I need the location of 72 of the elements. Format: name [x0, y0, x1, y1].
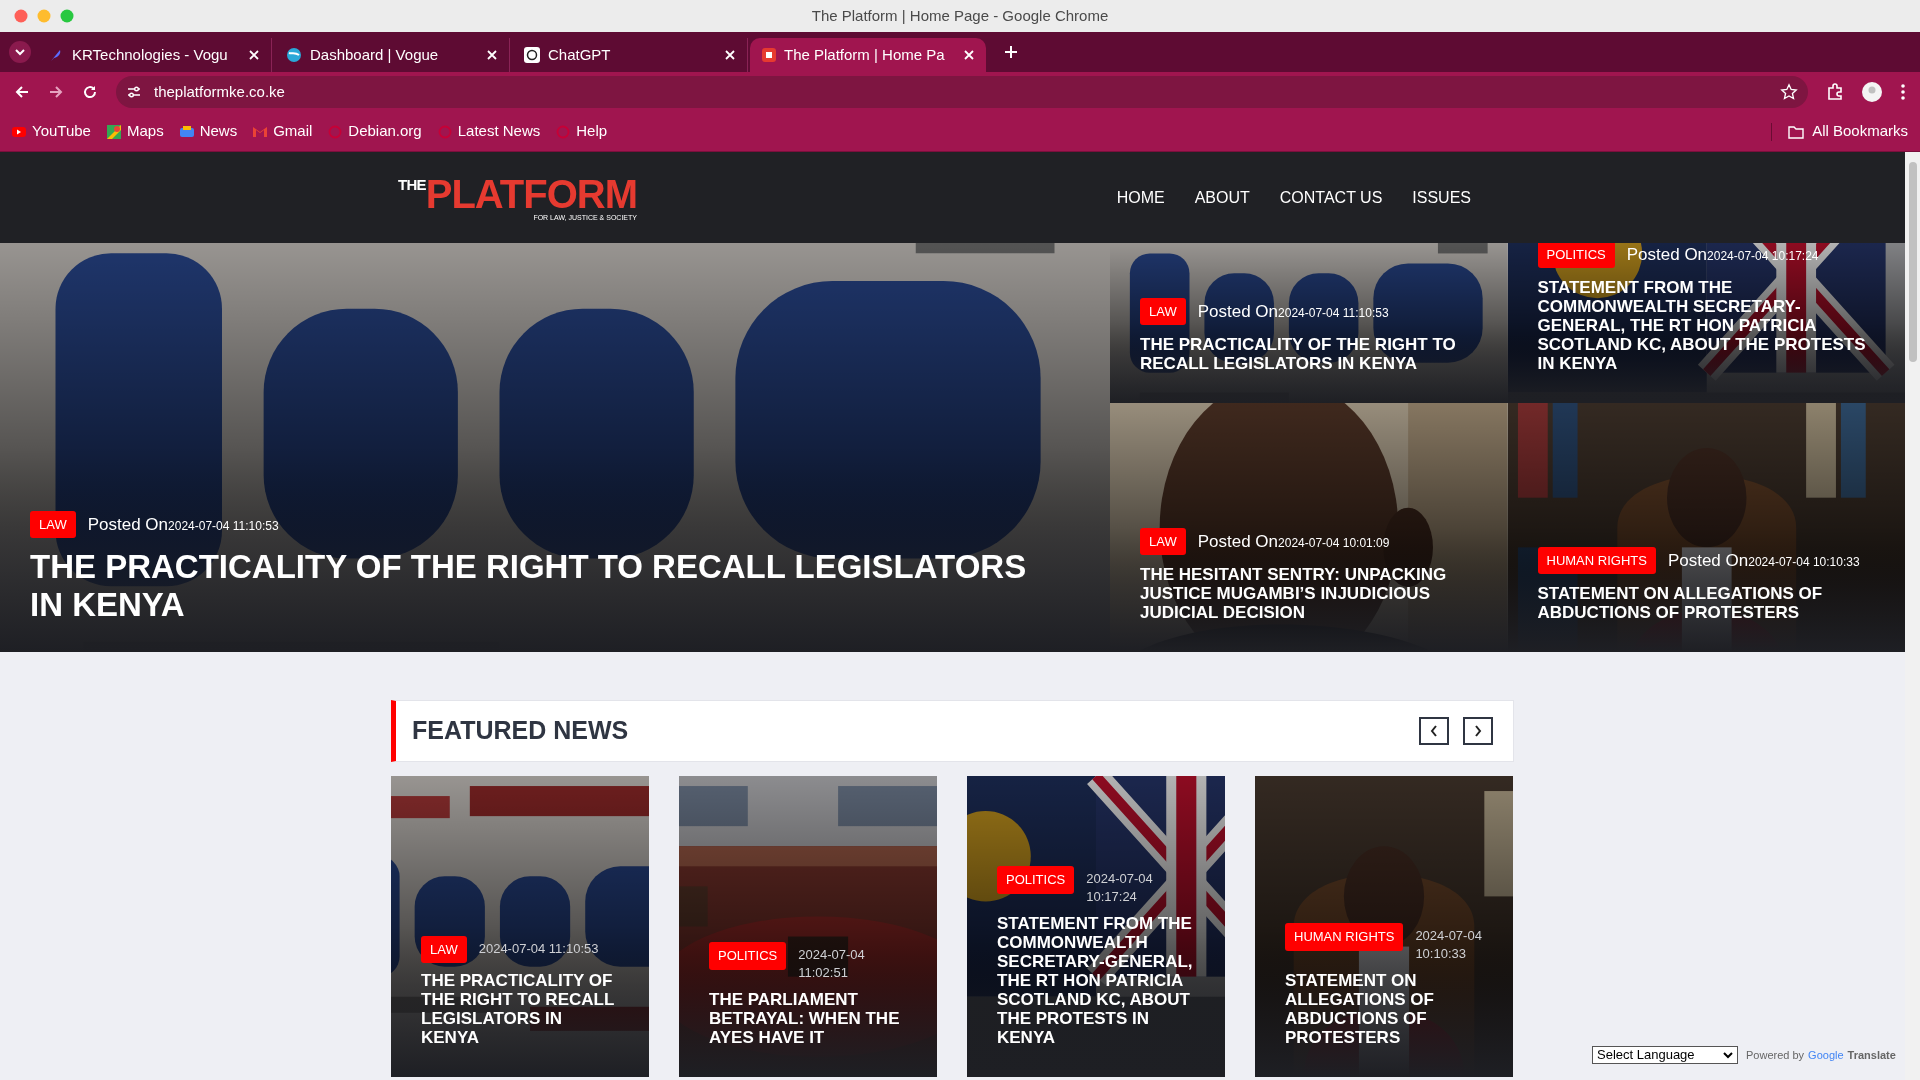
folder-icon: [1788, 124, 1805, 139]
posted-date: Posted On2024-07-04 10:01:09: [1197, 530, 1390, 553]
nav-link[interactable]: CONTACT US: [1279, 185, 1383, 210]
news-card[interactable]: POLITICS 2024-07-04 10:17:24 STATEMENT FROM THE COMMONWEALTH SECRETARY-GENERAL, THE RT HON PATRICIA SCOTLAND KC, ABOUT THE PROTESTS IN KENYA: [967, 776, 1225, 1077]
bookmark-star-icon[interactable]: [1780, 83, 1798, 101]
category-badge[interactable]: HUMAN RIGHTS: [1285, 923, 1404, 951]
bookmark-link[interactable]: YouTube: [12, 120, 91, 143]
nav-link[interactable]: ABOUT: [1194, 185, 1250, 210]
card-title[interactable]: THE PARLIAMENT BETRAYAL: WHEN THE AYES HAVE IT: [709, 990, 907, 1047]
google-text: Google: [1808, 1047, 1844, 1063]
dropdown-caret-icon: [1723, 1051, 1733, 1059]
card-title[interactable]: STATEMENT FROM THE COMMONWEALTH SECRETARY-GENERAL, THE RT HON PATRICIA SCOTLAND KC, ABOUT THE PROTESTS IN KENYA: [997, 914, 1195, 1047]
card-title[interactable]: STATEMENT ON ALLEGATIONS OF ABDUCTIONS OF PROTESTERS: [1285, 971, 1483, 1047]
category-badge[interactable]: LAW: [1140, 527, 1186, 555]
site-settings-icon[interactable]: [126, 84, 142, 100]
card-date: 2024-07-04 10:17:24: [1086, 870, 1154, 906]
hero-side-article[interactable]: HUMAN RIGHTS Posted On2024-07-04 10:10:33 STATEMENT ON ALLEGATIONS OF ABDUCTIONS OF PROTESTERS: [1507, 403, 1905, 652]
posted-date: Posted On2024-07-04 10:10:33: [1667, 549, 1860, 572]
back-icon[interactable]: [14, 84, 30, 100]
card-date: 2024-07-04 10:10:33: [1415, 927, 1483, 963]
category-badge[interactable]: POLITICS: [997, 866, 1075, 894]
extensions-icon[interactable]: [1826, 83, 1844, 101]
forward-icon[interactable]: [48, 84, 64, 100]
chevron-left-icon: [1430, 725, 1438, 737]
language-select[interactable]: Select Language: [1592, 1046, 1738, 1064]
play-icon: [12, 126, 26, 137]
news-card[interactable]: LAW 2024-07-04 11:10:53 THE PRACTICALITY OF THE RIGHT TO RECALL LEGISLATORS IN KENYA: [391, 776, 649, 1077]
translate-text: Translate: [1847, 1047, 1896, 1063]
next-button[interactable]: [1463, 717, 1493, 745]
close-tab-icon[interactable]: [964, 50, 974, 60]
category-badge[interactable]: LAW: [421, 935, 467, 963]
chevron-right-icon: [1474, 725, 1482, 737]
bookmark-link[interactable]: Maps: [106, 120, 164, 143]
globe-icon: [286, 47, 302, 63]
bookmark-link[interactable]: Help: [556, 120, 608, 143]
previous-button[interactable]: [1419, 717, 1449, 745]
mail-icon: [253, 126, 268, 137]
card-title[interactable]: THE PRACTICALITY OF THE RIGHT TO RECALL LEGISLATORS IN KENYA: [421, 971, 619, 1047]
close-tab-icon[interactable]: [249, 50, 259, 60]
nav-link[interactable]: HOME: [1116, 185, 1165, 210]
address-bar[interactable]: theplatformke.co.ke: [116, 76, 1808, 108]
article-title[interactable]: STATEMENT ON ALLEGATIONS OF ABDUCTIONS OF PROTESTERS: [1537, 584, 1875, 622]
close-window-icon[interactable]: [14, 9, 28, 23]
bookmark-link[interactable]: Debian.org: [328, 120, 422, 143]
bookmark-link[interactable]: Gmail: [253, 120, 313, 143]
tab-search-icon[interactable]: [8, 40, 32, 64]
reload-icon[interactable]: [82, 84, 98, 100]
new-tab-icon[interactable]: [1004, 45, 1018, 59]
category-badge[interactable]: POLITICS: [709, 942, 787, 970]
news-card[interactable]: HUMAN RIGHTS 2024-07-04 10:10:33 STATEMENT ON ALLEGATIONS OF ABDUCTIONS OF PROTESTERS: [1255, 776, 1513, 1077]
bookmark-link[interactable]: Latest News: [437, 120, 541, 143]
all-bookmarks-button[interactable]: All Bookmarks: [1788, 120, 1908, 143]
site-favicon-icon: [762, 48, 776, 62]
article-title[interactable]: THE HESITANT SENTRY: UNPACKING JUSTICE MUGAMBI’S INJUDICIOUS JUDICIAL DECISION: [1140, 565, 1478, 622]
map-pin-icon: [106, 124, 121, 139]
profile-avatar-icon[interactable]: [1862, 82, 1882, 102]
window-title: The Platform | Home Page - Google Chrome: [811, 5, 1109, 26]
section-title: FEATURED NEWS: [412, 715, 630, 747]
category-badge[interactable]: HUMAN RIGHTS: [1537, 546, 1656, 574]
card-date: 2024-07-04 11:02:51: [798, 946, 866, 982]
close-tab-icon[interactable]: [487, 50, 497, 60]
bookmark-link[interactable]: News: [179, 120, 238, 143]
powered-by-text: Powered by: [1746, 1047, 1805, 1063]
scrollbar-thumb[interactable]: [1908, 162, 1917, 362]
card-date: 2024-07-04 11:10:53: [478, 939, 599, 958]
menu-icon[interactable]: [1900, 83, 1906, 101]
news-card[interactable]: POLITICS 2024-07-04 11:02:51 THE PARLIAMENT BETRAYAL: WHEN THE AYES HAVE IT: [679, 776, 937, 1077]
nav-link[interactable]: ISSUES: [1412, 185, 1471, 210]
newspaper-icon: [179, 124, 194, 139]
close-tab-icon[interactable]: [725, 50, 735, 60]
hero-side-article[interactable]: LAW Posted On2024-07-04 10:01:09 THE HESITANT SENTRY: UNPACKING JUSTICE MUGAMBI’S INJUDICIOUS JUDICIAL DECISION: [1110, 403, 1508, 652]
browser-tab[interactable]: The Platform | Home Pa: [750, 38, 986, 72]
